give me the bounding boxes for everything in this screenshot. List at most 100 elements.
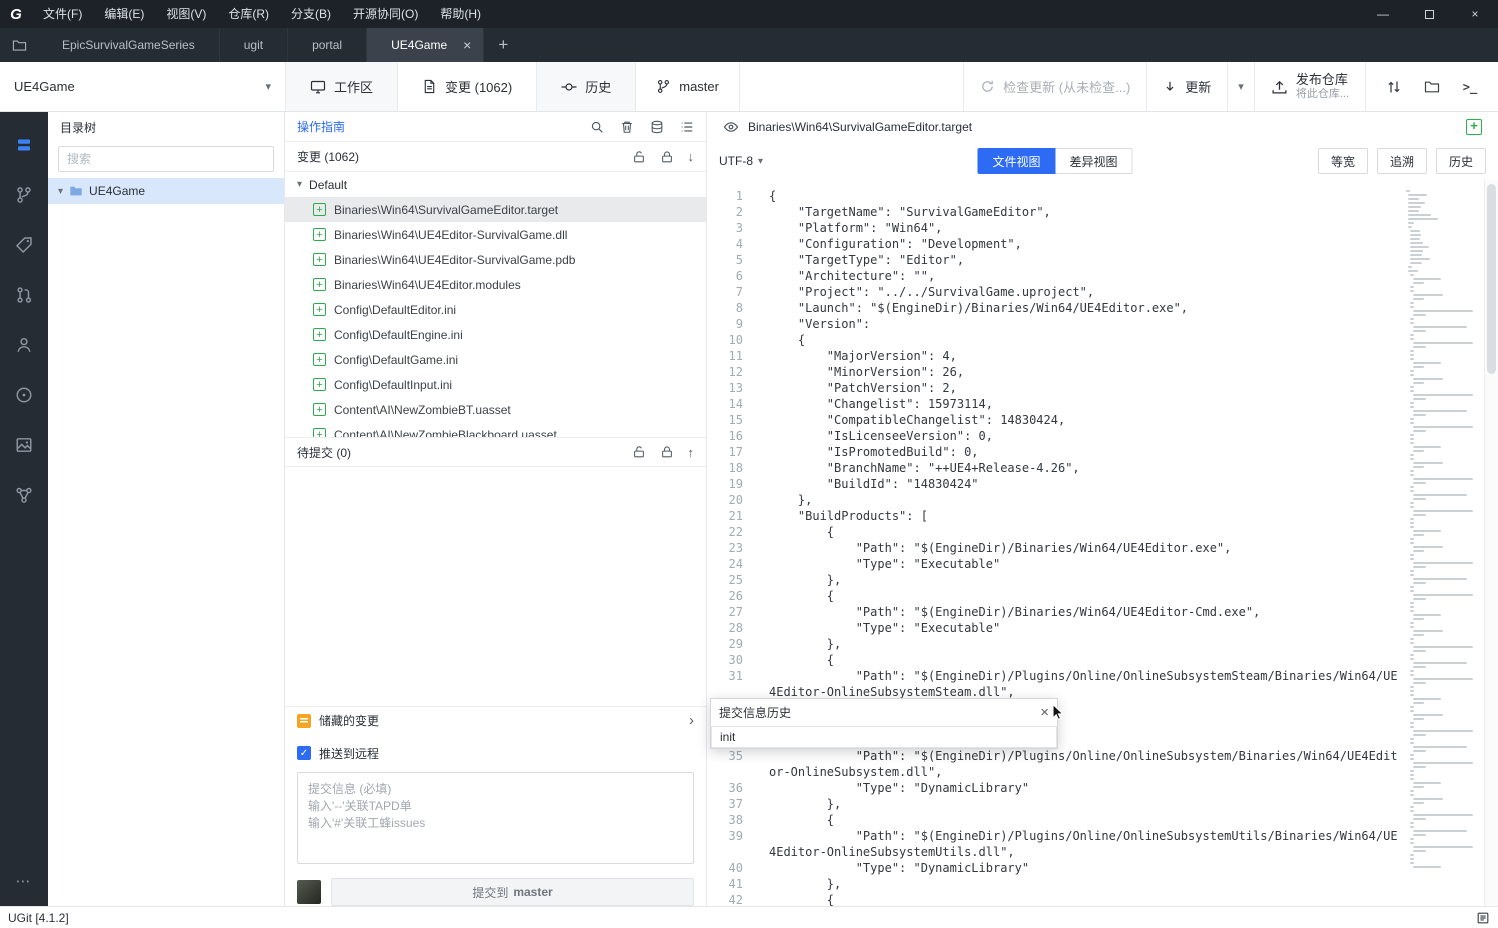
menubar-item[interactable]: 文件(F) xyxy=(32,0,93,28)
viewer-action-button[interactable]: 追溯 xyxy=(1376,148,1427,174)
menubar-item[interactable]: 仓库(R) xyxy=(217,0,280,28)
close-tab-icon[interactable]: × xyxy=(463,38,471,52)
menubar-item[interactable]: 分支(B) xyxy=(280,0,342,28)
minimap-line xyxy=(1412,594,1473,596)
lock-icon[interactable] xyxy=(660,445,674,459)
merge-request-icon[interactable] xyxy=(0,270,48,320)
add-icon[interactable]: + xyxy=(1466,119,1482,135)
terminal-icon[interactable]: >_ xyxy=(1456,73,1484,101)
menubar-item[interactable]: 开源协同(O) xyxy=(342,0,429,28)
changed-file-row[interactable]: + Binaries\Win64\UE4Editor-SurvivalGame.d… xyxy=(285,222,706,247)
line-number: 37 xyxy=(728,797,743,811)
repo-folder-icon[interactable] xyxy=(0,28,38,62)
user-avatar[interactable] xyxy=(297,880,321,904)
changed-file-row[interactable]: + Binaries\Win64\UE4Editor.modules xyxy=(285,272,706,297)
guide-link[interactable]: 操作指南 xyxy=(297,118,345,135)
changed-file-row[interactable]: + Config\DefaultGame.ini xyxy=(285,347,706,372)
scrollbar-thumb[interactable] xyxy=(1487,184,1496,374)
list-view-icon[interactable] xyxy=(680,120,694,134)
code-review-icon[interactable] xyxy=(0,320,48,370)
tab-changes[interactable]: 变更 (1062) xyxy=(397,62,537,111)
maximize-icon xyxy=(1424,9,1434,19)
changed-file-row[interactable]: + Content\AI\NewZombieBT.uasset xyxy=(285,397,706,422)
changed-file-row[interactable]: + Config\DefaultInput.ini xyxy=(285,372,706,397)
tree-node-ue4game[interactable]: ▾ UE4Game xyxy=(48,178,284,204)
lock-open-icon[interactable] xyxy=(632,150,646,164)
repo-tab-ugit[interactable]: ugit xyxy=(220,28,289,62)
repo-selector[interactable]: UE4Game ▾ xyxy=(0,62,285,111)
push-to-remote-checkbox[interactable]: ✓ xyxy=(297,746,311,760)
close-icon[interactable]: × xyxy=(1040,705,1049,720)
unstage-all-arrow-up-icon[interactable]: ↑ xyxy=(688,445,695,460)
minimap-line xyxy=(1410,558,1415,560)
commit-history-item[interactable]: init xyxy=(711,726,1057,748)
lock-open-icon[interactable] xyxy=(632,445,646,459)
repo-tab-epicsurvivalgameseries[interactable]: EpicSurvivalGameSeries xyxy=(38,28,220,62)
popup-title: 提交信息历史 xyxy=(719,706,792,720)
add-repo-tab-button[interactable]: + xyxy=(484,28,522,62)
changed-file-row[interactable]: + Binaries\Win64\UE4Editor-SurvivalGame.p… xyxy=(285,247,706,272)
branches-icon[interactable] xyxy=(0,170,48,220)
encoding-selector[interactable]: UTF-8 ▾ xyxy=(719,154,763,168)
branch-selector[interactable]: master xyxy=(635,62,739,111)
line-number: 9 xyxy=(735,317,743,331)
lock-icon[interactable] xyxy=(660,150,674,164)
pipeline-icon[interactable] xyxy=(0,470,48,520)
delete-icon[interactable] xyxy=(620,120,634,134)
menubar-item[interactable]: 帮助(H) xyxy=(429,0,492,28)
stage-all-arrow-down-icon[interactable]: ↓ xyxy=(688,149,695,164)
minimap-line xyxy=(1410,726,1415,728)
tags-icon[interactable] xyxy=(0,220,48,270)
changed-file-row[interactable]: + Content\AI\NewZombieBlackboard.uasset xyxy=(285,422,706,437)
minimap-line xyxy=(1412,514,1426,516)
search-icon[interactable] xyxy=(590,120,604,134)
commit-button[interactable]: 提交到 master xyxy=(331,878,694,906)
update-dropdown-caret[interactable]: ▾ xyxy=(1227,62,1254,111)
minimap-line xyxy=(1410,250,1424,252)
viewer-action-button[interactable]: 历史 xyxy=(1435,148,1486,174)
change-group-default[interactable]: ▾ Default xyxy=(285,172,706,197)
stack-icon[interactable] xyxy=(650,120,664,134)
minimap[interactable] xyxy=(1406,180,1484,906)
file-status-icon[interactable] xyxy=(0,120,48,170)
publish-repo-button[interactable]: 发布仓库 将此仓库... xyxy=(1253,62,1365,111)
repo-tab-ue4game[interactable]: UE4Game × xyxy=(367,28,485,62)
document-icon xyxy=(422,79,437,94)
sync-icon[interactable] xyxy=(1380,73,1408,101)
changed-file-row[interactable]: + Config\DefaultEngine.ini xyxy=(285,322,706,347)
minimap-line xyxy=(1412,346,1426,348)
minimap-line xyxy=(1412,798,1444,800)
menubar-item[interactable]: 编辑(E) xyxy=(93,0,155,28)
more-icon[interactable]: ⋯ xyxy=(16,872,33,890)
minimap-line xyxy=(1410,538,1415,540)
changed-file-row[interactable]: + Binaries\Win64\SurvivalGameEditor.targe… xyxy=(285,197,706,222)
changed-file-row[interactable]: + Config\DefaultEditor.ini xyxy=(285,297,706,322)
added-file-icon: + xyxy=(313,428,326,437)
log-icon[interactable] xyxy=(1476,911,1490,925)
vertical-scrollbar[interactable] xyxy=(1484,180,1498,906)
repo-tab-portal[interactable]: portal xyxy=(288,28,368,62)
tab-diff-view[interactable]: 差异视图 xyxy=(1055,148,1133,174)
push-to-remote-row: ✓ 推送到远程 xyxy=(285,740,706,766)
close-button[interactable]: × xyxy=(1452,0,1498,28)
tab-workspace[interactable]: 工作区 xyxy=(285,62,398,111)
code-area[interactable]: 1{2 "TargetName": "SurvivalGameEditor", 3… xyxy=(707,180,1406,906)
maximize-button[interactable] xyxy=(1406,0,1452,28)
minimize-button[interactable]: — xyxy=(1360,0,1406,28)
stash-section[interactable]: 储藏的变更 › xyxy=(285,706,706,734)
tree-search-input[interactable] xyxy=(67,152,265,166)
changes-section-title: 变更 (1062) xyxy=(297,150,360,164)
commit-message-input[interactable] xyxy=(298,773,693,863)
tab-history[interactable]: 历史 xyxy=(536,62,636,111)
assets-icon[interactable] xyxy=(0,420,48,470)
check-update-button[interactable]: 检查更新 (从未检查...) xyxy=(963,62,1146,111)
update-button[interactable]: 更新 xyxy=(1146,62,1227,111)
minimap-line xyxy=(1412,650,1426,652)
minimap-line xyxy=(1410,570,1415,572)
code-line: 5 "TargetType": "Editor", xyxy=(707,252,1406,268)
tab-file-view[interactable]: 文件视图 xyxy=(977,148,1056,174)
open-folder-icon[interactable] xyxy=(1418,73,1446,101)
issues-icon[interactable] xyxy=(0,370,48,420)
viewer-action-button[interactable]: 等宽 xyxy=(1317,148,1368,174)
menubar-item[interactable]: 视图(V) xyxy=(155,0,217,28)
